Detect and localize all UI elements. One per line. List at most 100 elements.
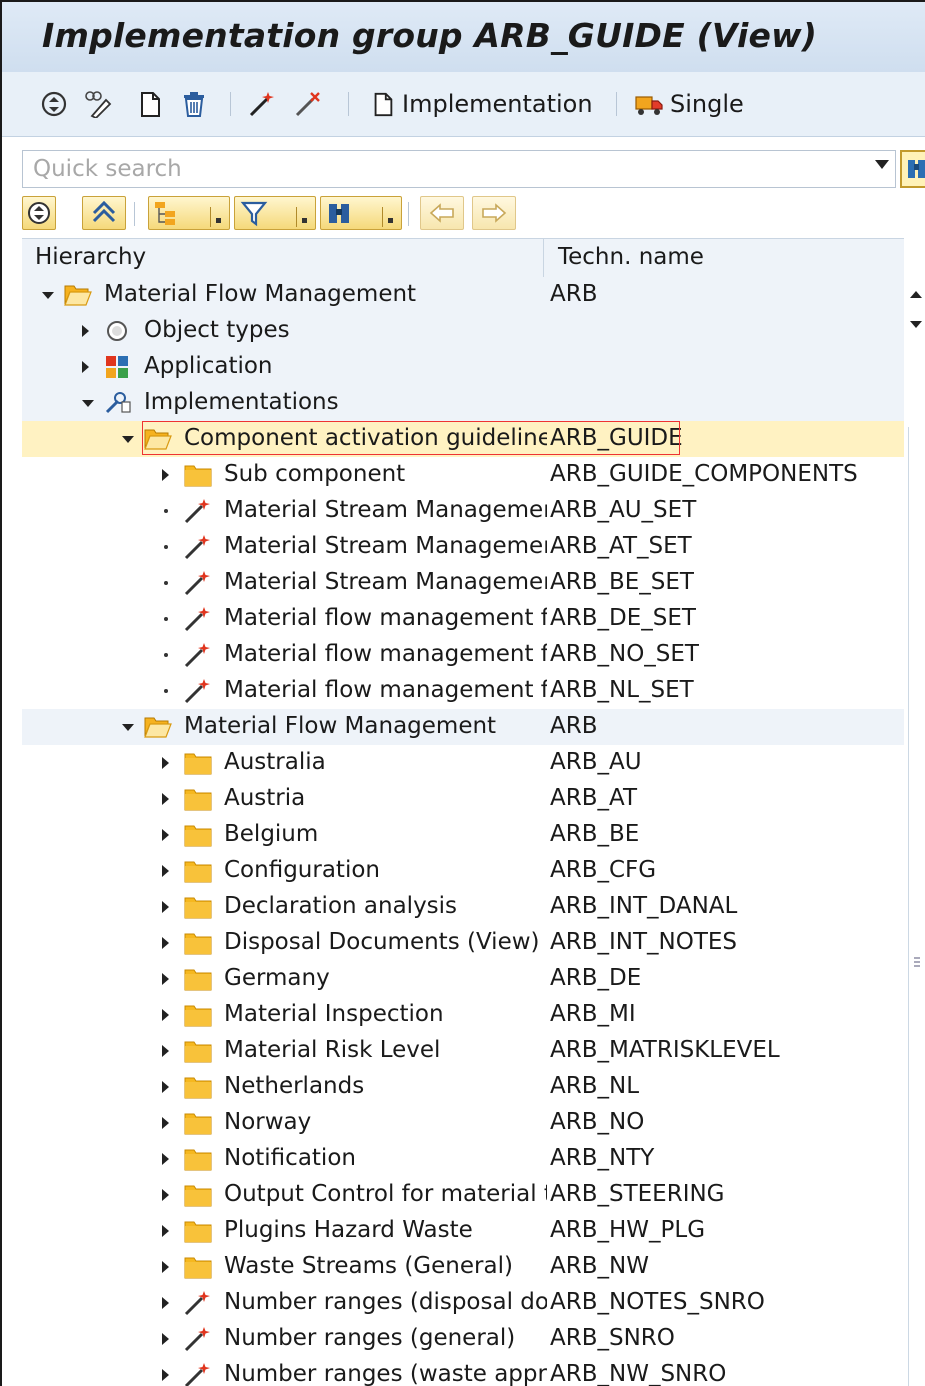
wand-remove-icon[interactable] xyxy=(294,90,322,118)
tree-row-label[interactable]: Austria xyxy=(224,785,305,811)
tree-row[interactable]: Application xyxy=(22,349,904,385)
tree-row-label[interactable]: Belgium xyxy=(224,821,318,847)
new-document-icon[interactable] xyxy=(136,90,164,118)
column-header-hierarchy[interactable]: Hierarchy xyxy=(35,244,146,270)
tree-row-label[interactable]: Disposal Documents (View) xyxy=(224,929,540,955)
tree-row-label[interactable]: Number ranges (disposal doc xyxy=(224,1289,547,1315)
tree-row-label[interactable]: Material Stream Management xyxy=(224,533,547,559)
collapsed-node-icon[interactable] xyxy=(162,865,169,877)
tree-row[interactable]: Material Inspection ARB_MI xyxy=(22,997,904,1033)
tree-row-label[interactable]: Application xyxy=(144,353,273,379)
collapse-all-button[interactable] xyxy=(82,196,126,230)
collapsed-node-icon[interactable] xyxy=(162,829,169,841)
tree-row[interactable]: Material Stream Management ARB_AT_SET xyxy=(22,529,904,565)
tree-row[interactable]: Number ranges (waste apprc ARB_NW_SNRO xyxy=(22,1357,904,1386)
collapsed-node-icon[interactable] xyxy=(82,325,89,337)
tree-row-label[interactable]: Material flow management fo xyxy=(224,677,547,703)
tree-row-label[interactable]: Germany xyxy=(224,965,330,991)
collapsed-node-icon[interactable] xyxy=(162,1153,169,1165)
tree-row-label[interactable]: Material flow management fo xyxy=(224,605,547,631)
single-button[interactable]: Single xyxy=(634,86,744,122)
tree-row[interactable]: Object types xyxy=(22,313,904,349)
tree-row[interactable]: Austria ARB_AT xyxy=(22,781,904,817)
tree-row[interactable]: Material flow management fo ARB_NL_SET xyxy=(22,673,904,709)
tree-row[interactable]: Waste Streams (General) ARB_NW xyxy=(22,1249,904,1285)
find-menu-button[interactable] xyxy=(320,196,402,230)
tree-row[interactable]: Plugins Hazard Waste ARB_HW_PLG xyxy=(22,1213,904,1249)
collapsed-node-icon[interactable] xyxy=(162,1081,169,1093)
column-header-techn-name[interactable]: Techn. name xyxy=(558,244,704,270)
tree-row[interactable]: Sub component ARB_GUIDE_COMPONENTS xyxy=(22,457,904,493)
dropdown-arrow-icon[interactable] xyxy=(875,160,889,169)
collapsed-node-icon[interactable] xyxy=(162,1333,169,1345)
tree-row[interactable]: Material flow management fo ARB_DE_SET xyxy=(22,601,904,637)
vertical-scrollbar[interactable] xyxy=(906,277,925,1386)
tree-row-label[interactable]: Sub component xyxy=(224,461,405,487)
tree-row[interactable]: Number ranges (general) ARB_SNRO xyxy=(22,1321,904,1357)
tree-row[interactable]: Norway ARB_NO xyxy=(22,1105,904,1141)
collapsed-node-icon[interactable] xyxy=(162,1189,169,1201)
tree-row-label[interactable]: Notification xyxy=(224,1145,356,1171)
collapsed-node-icon[interactable] xyxy=(162,1261,169,1273)
tree-row[interactable]: Output Control for material t ARB_STEERIN… xyxy=(22,1177,904,1213)
tree-row[interactable]: Netherlands ARB_NL xyxy=(22,1069,904,1105)
tree-row-label[interactable]: Waste Streams (General) xyxy=(224,1253,513,1279)
tree-row[interactable]: Implementations xyxy=(22,385,904,421)
tree-row-label[interactable]: Material Inspection xyxy=(224,1001,444,1027)
expanded-node-icon[interactable] xyxy=(122,724,134,731)
collapsed-node-icon[interactable] xyxy=(162,973,169,985)
tree-row-label[interactable]: Australia xyxy=(224,749,326,775)
expanded-node-icon[interactable] xyxy=(82,400,94,407)
tree-row[interactable]: Notification ARB_NTY xyxy=(22,1141,904,1177)
tree-row-label[interactable]: Material Flow Management xyxy=(184,713,496,739)
tree-row[interactable]: Number ranges (disposal doc ARB_NOTES_SNR… xyxy=(22,1285,904,1321)
collapsed-node-icon[interactable] xyxy=(162,1369,169,1381)
tree-row-label[interactable]: Material flow management fo xyxy=(224,641,547,667)
collapsed-node-icon[interactable] xyxy=(162,469,169,481)
collapsed-node-icon[interactable] xyxy=(162,1225,169,1237)
tree-row-label[interactable]: Object types xyxy=(144,317,290,343)
scroll-track[interactable] xyxy=(908,427,925,1386)
collapsed-node-icon[interactable] xyxy=(162,901,169,913)
scroll-up-icon[interactable] xyxy=(910,291,922,298)
scroll-down-icon[interactable] xyxy=(910,321,922,328)
chevron-down-icon[interactable] xyxy=(296,207,313,227)
collapsed-node-icon[interactable] xyxy=(162,793,169,805)
next-button[interactable] xyxy=(472,196,516,230)
tree-row-label[interactable]: Material Flow Management xyxy=(104,281,416,307)
tree-row[interactable]: Material flow management fo ARB_NO_SET xyxy=(22,637,904,673)
tree-row[interactable]: Material Stream Management ARB_BE_SET xyxy=(22,565,904,601)
tree-row-label[interactable]: Implementations xyxy=(144,389,339,415)
tree-row[interactable]: Material Flow Management ARB xyxy=(22,277,904,313)
tree-row-label[interactable]: Number ranges (waste apprc xyxy=(224,1361,547,1386)
collapsed-node-icon[interactable] xyxy=(162,937,169,949)
delete-icon[interactable] xyxy=(180,90,208,118)
chevron-down-icon[interactable] xyxy=(210,207,227,227)
tree-row[interactable]: Material Risk Level ARB_MATRISKLEVEL xyxy=(22,1033,904,1069)
previous-button[interactable] xyxy=(420,196,464,230)
tree-row-label[interactable]: Norway xyxy=(224,1109,311,1135)
splitter-grip-icon[interactable] xyxy=(914,957,920,969)
tree-row-label[interactable]: Material Stream Management xyxy=(224,569,547,595)
tree-row-label[interactable]: Number ranges (general) xyxy=(224,1325,515,1351)
tree-row-label[interactable]: Material Stream Management xyxy=(224,497,547,523)
tree-row[interactable]: Australia ARB_AU xyxy=(22,745,904,781)
hierarchy-menu-button[interactable] xyxy=(148,196,230,230)
column-divider[interactable] xyxy=(543,239,544,277)
wand-icon[interactable] xyxy=(248,90,276,118)
collapsed-node-icon[interactable] xyxy=(162,757,169,769)
collapsed-node-icon[interactable] xyxy=(162,1009,169,1021)
tree-row[interactable]: Configuration ARB_CFG xyxy=(22,853,904,889)
filter-menu-button[interactable] xyxy=(234,196,316,230)
quick-search-input[interactable] xyxy=(23,151,855,187)
collapsed-node-icon[interactable] xyxy=(162,1117,169,1129)
expanded-node-icon[interactable] xyxy=(42,292,54,299)
tree-row-label[interactable]: Netherlands xyxy=(224,1073,364,1099)
display-change-icon[interactable] xyxy=(84,90,112,118)
implementation-button[interactable]: Implementation xyxy=(370,86,593,122)
tree-row[interactable]: Declaration analysis ARB_INT_DANAL xyxy=(22,889,904,925)
quick-search-field[interactable] xyxy=(22,150,896,188)
tree-row-label[interactable]: Configuration xyxy=(224,857,380,883)
tree-row-label[interactable]: Plugins Hazard Waste xyxy=(224,1217,473,1243)
tree-row[interactable]: Material Stream Management ARB_AU_SET xyxy=(22,493,904,529)
